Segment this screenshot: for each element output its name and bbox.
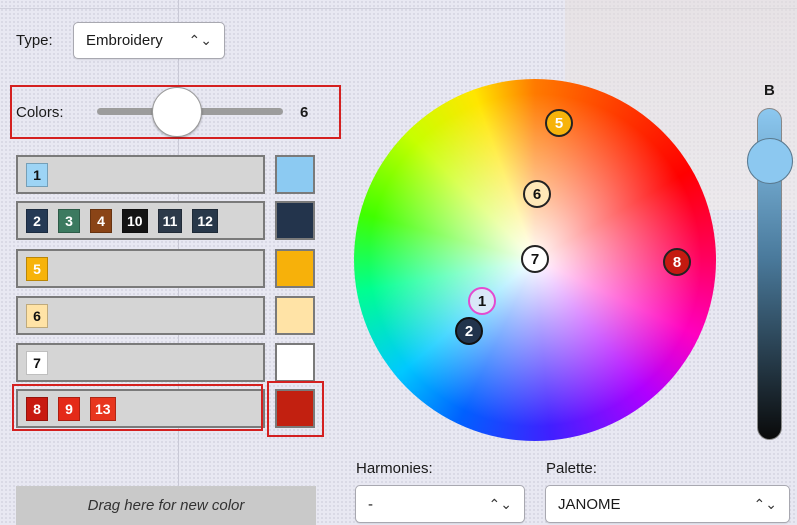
- wheel-marker[interactable]: 8: [663, 248, 691, 276]
- color-chip[interactable]: 7: [26, 350, 48, 375]
- color-swatch[interactable]: [275, 296, 315, 335]
- color-group-row[interactable]: 6: [16, 296, 265, 335]
- wheel-marker[interactable]: 5: [545, 109, 573, 137]
- color-chip[interactable]: 2: [26, 208, 48, 233]
- harmonies-select-value: -: [368, 495, 373, 513]
- chevron-updown-icon: ⌃⌄: [488, 495, 512, 512]
- color-chip[interactable]: 3: [58, 208, 80, 233]
- new-color-drop-zone[interactable]: Drag here for new color: [16, 486, 316, 525]
- type-select-value: Embroidery: [86, 32, 163, 49]
- color-group-row[interactable]: 7: [16, 343, 265, 382]
- colors-count: 6: [300, 104, 309, 121]
- chevron-updown-icon: ⌃⌄: [188, 32, 212, 48]
- color-group-row[interactable]: 2 3 4 10 11 12: [16, 201, 265, 240]
- color-chip[interactable]: 12: [192, 208, 218, 233]
- color-chip[interactable]: 6: [26, 303, 48, 328]
- color-chip[interactable]: 11: [157, 208, 183, 233]
- wheel-marker[interactable]: 6: [523, 180, 551, 208]
- palette-select[interactable]: JANOME ⌃⌄: [545, 485, 790, 523]
- color-swatch[interactable]: [275, 155, 315, 194]
- row-highlight: [12, 384, 263, 431]
- color-swatch[interactable]: [275, 343, 315, 382]
- wheel-marker[interactable]: 2: [455, 317, 483, 345]
- palette-select-value: JANOME: [558, 495, 621, 513]
- color-chip[interactable]: 10: [122, 208, 148, 233]
- type-label: Type:: [16, 32, 53, 49]
- color-swatch[interactable]: [275, 201, 315, 240]
- color-chip[interactable]: 1: [26, 162, 48, 187]
- wheel-marker[interactable]: 1: [468, 287, 496, 315]
- type-select[interactable]: Embroidery ⌃⌄: [73, 22, 225, 59]
- brightness-slider-knob[interactable]: [747, 138, 793, 184]
- color-group-row[interactable]: 1: [16, 155, 265, 194]
- swatch-highlight: [267, 381, 324, 437]
- harmonies-label: Harmonies:: [356, 460, 433, 477]
- wheel-marker[interactable]: 7: [521, 245, 549, 273]
- color-chip[interactable]: 4: [90, 208, 112, 233]
- drop-zone-label: Drag here for new color: [87, 497, 245, 514]
- colors-slider-knob[interactable]: [152, 87, 202, 137]
- palette-label: Palette:: [546, 460, 597, 477]
- color-chip[interactable]: 5: [26, 256, 48, 281]
- colors-label: Colors:: [16, 104, 64, 121]
- harmonies-select[interactable]: - ⌃⌄: [355, 485, 525, 523]
- brightness-label: B: [764, 82, 775, 99]
- chevron-updown-icon: ⌃⌄: [753, 495, 777, 512]
- color-swatch[interactable]: [275, 249, 315, 288]
- color-group-row[interactable]: 5: [16, 249, 265, 288]
